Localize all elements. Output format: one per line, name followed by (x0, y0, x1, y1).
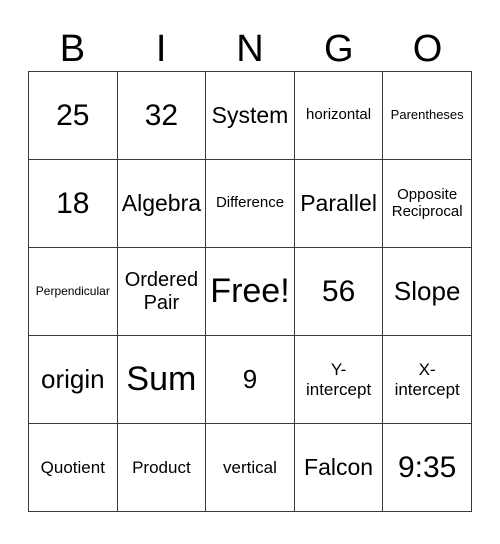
bingo-cell[interactable]: origin (29, 336, 118, 424)
bingo-grid: 25 32 System horizontal Parentheses 18 A… (28, 71, 472, 512)
bingo-cell-free[interactable]: Free! (206, 248, 295, 336)
bingo-cell[interactable]: Perpendicular (29, 248, 118, 336)
bingo-cell[interactable]: 9 (206, 336, 295, 424)
bingo-cell-label: horizontal (306, 106, 372, 124)
bingo-cell-label: Falcon (304, 453, 374, 480)
bingo-cell-label: 18 (56, 186, 90, 220)
bingo-cell[interactable]: 18 (29, 160, 118, 248)
bingo-cell[interactable]: Ordered Pair (117, 248, 207, 336)
bingo-row: 18 Algebra Difference Parallel Opposite … (29, 160, 472, 248)
bingo-cell-label: X- intercept (394, 360, 460, 399)
bingo-card: B I N G O 25 32 System horizontal Parent… (28, 10, 472, 512)
bingo-cell-label: Ordered Pair (124, 269, 199, 314)
bingo-cell-label: Slope (393, 275, 461, 306)
bingo-cell-label: 9:35 (397, 450, 457, 484)
bingo-header-letter-i: I (155, 28, 167, 70)
bingo-cell-label: vertical (223, 457, 277, 477)
bingo-cell-label: Free! (210, 272, 290, 311)
bingo-cell[interactable]: Quotient (29, 424, 118, 512)
bingo-cell-label: Quotient (40, 457, 105, 477)
bingo-cell[interactable]: X- intercept (383, 336, 472, 424)
bingo-cell-label: origin (41, 363, 105, 394)
bingo-cell[interactable]: Parallel (294, 160, 384, 248)
bingo-row: Quotient Product vertical Falcon 9:35 (29, 424, 472, 512)
bingo-cell[interactable]: Falcon (294, 424, 384, 512)
bingo-cell[interactable]: System (206, 72, 295, 160)
bingo-header-letter-g: G (324, 28, 354, 70)
bingo-header-letter-o: O (412, 28, 443, 70)
bingo-cell-label: 25 (56, 98, 90, 132)
bingo-cell[interactable]: 25 (29, 72, 118, 160)
bingo-cell[interactable]: Opposite Reciprocal (383, 160, 472, 248)
bingo-cell-label: Parentheses (390, 107, 464, 123)
bingo-cell-label: 9 (242, 363, 258, 394)
bingo-cell[interactable]: Slope (383, 248, 472, 336)
bingo-cell-label: Algebra (121, 189, 202, 216)
bingo-cell-label: Y- intercept (305, 360, 372, 399)
bingo-row: origin Sum 9 Y- intercept X- intercept (29, 336, 472, 424)
bingo-cell-label: Opposite Reciprocal (391, 185, 463, 220)
bingo-cell[interactable]: Product (117, 424, 207, 512)
bingo-cell-label: 56 (321, 274, 356, 308)
bingo-cell-label: Product (132, 457, 191, 477)
bingo-cell-label: Parallel (300, 189, 377, 216)
bingo-cell-label: Sum (126, 360, 197, 399)
bingo-cell[interactable]: 32 (117, 72, 207, 160)
bingo-cell[interactable]: vertical (206, 424, 295, 512)
bingo-cell[interactable]: Parentheses (383, 72, 472, 160)
bingo-header: B I N G O (28, 10, 472, 71)
bingo-cell[interactable]: horizontal (294, 72, 384, 160)
bingo-header-letter-b: B (59, 28, 86, 70)
bingo-cell-label: System (211, 101, 289, 128)
bingo-cell-label: 32 (144, 98, 179, 132)
bingo-cell[interactable]: 56 (294, 248, 384, 336)
bingo-row: 25 32 System horizontal Parentheses (29, 72, 472, 160)
bingo-row: Perpendicular Ordered Pair Free! 56 Slop… (29, 248, 472, 336)
bingo-cell[interactable]: Sum (117, 336, 207, 424)
bingo-cell[interactable]: Y- intercept (294, 336, 384, 424)
bingo-cell[interactable]: 9:35 (383, 424, 472, 512)
bingo-cell[interactable]: Difference (206, 160, 295, 248)
bingo-header-letter-n: N (236, 28, 264, 70)
bingo-cell-label: Perpendicular (35, 283, 110, 298)
bingo-cell-label: Difference (215, 194, 285, 212)
bingo-cell[interactable]: Algebra (117, 160, 207, 248)
